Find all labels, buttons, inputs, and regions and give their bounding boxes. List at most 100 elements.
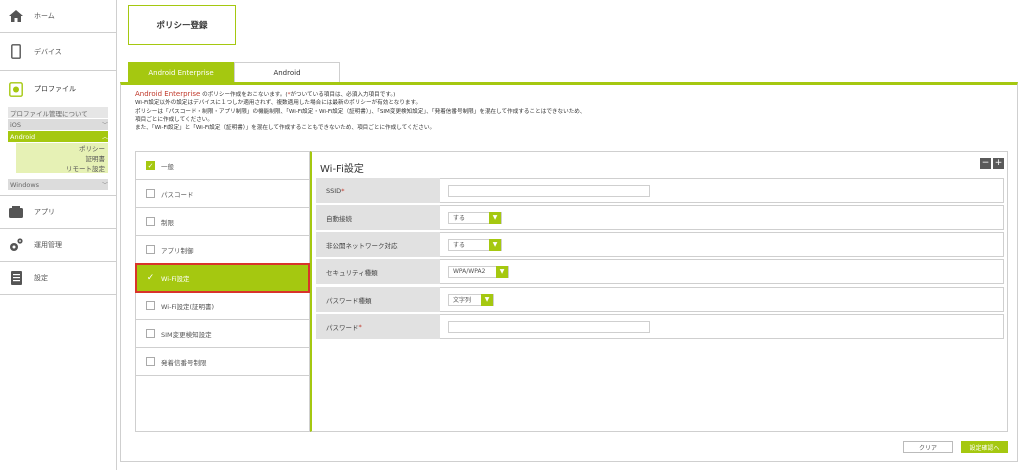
notice-line-3: ポリシーは「パスコード・制限・アプリ制限」の機能制限、「Wi-Fi設定・Wi-F… <box>135 108 586 115</box>
sidebar-item-label: プロファイル管理について <box>10 109 88 118</box>
check-icon[interactable]: ✓ <box>146 273 155 283</box>
required-mark: * <box>358 322 362 331</box>
sidebar-item-android[interactable]: Android ︿ <box>8 131 108 142</box>
field-label: SSID <box>326 186 342 195</box>
checkbox[interactable] <box>146 189 155 198</box>
checkbox[interactable] <box>146 329 155 338</box>
password-input[interactable] <box>448 320 650 333</box>
security-type-label: セキュリティ種類 <box>316 259 440 284</box>
checkbox[interactable] <box>146 245 155 254</box>
category-sim-change[interactable]: SIM変更検知設定 <box>136 320 309 348</box>
category-label: SIM変更検知設定 <box>161 330 212 339</box>
sidebar-item-remote-settings[interactable]: リモート設定 <box>16 163 108 173</box>
password-field <box>440 314 1004 339</box>
chevron-up-icon: ︿ <box>101 134 108 141</box>
settings-title: Wi-Fi設定 <box>320 164 364 175</box>
sidebar: ホーム デバイス プロファイル プロファイル管理について iOS ﹀ Androi… <box>0 0 117 470</box>
apps-icon <box>8 204 24 220</box>
sidebar-item-ios[interactable]: iOS ﹀ <box>8 119 108 130</box>
select-value: 文字列 <box>453 297 472 304</box>
sidebar-item-label: アプリ <box>34 208 55 216</box>
security-type-field: WPA/WPA2 ▼ <box>440 259 1004 284</box>
policy-notice: Android Enterprise のポリシー作成をおこないます。(*がついて… <box>135 90 1005 132</box>
checkbox[interactable] <box>146 301 155 310</box>
sidebar-item-label: Android <box>10 132 36 141</box>
clear-button[interactable]: クリア <box>903 441 953 453</box>
category-restrictions[interactable]: 制限 <box>136 208 309 236</box>
sidebar-item-label: iOS <box>10 120 22 129</box>
security-type-select[interactable]: WPA/WPA2 ▼ <box>448 265 509 278</box>
notice-line-4: 項目ごとに作成してください。 <box>135 116 213 123</box>
category-label: 発着信番号制限 <box>161 358 207 367</box>
minus-button[interactable]: − <box>980 158 991 169</box>
notice-line-2: Wi-Fi設定以外の設定はデバイスに１つしか適用されず、複数適用した場合には最新… <box>135 100 422 107</box>
category-general[interactable]: ✓ 一般 <box>136 152 309 180</box>
required-mark: * <box>341 186 345 195</box>
hidden-network-select[interactable]: する ▼ <box>448 238 502 251</box>
sidebar-item-profile[interactable]: プロファイル <box>0 71 116 107</box>
select-value: する <box>453 215 466 222</box>
auto-connect-field: する ▼ <box>440 205 1004 230</box>
auto-connect-select[interactable]: する ▼ <box>448 211 502 224</box>
checkbox[interactable] <box>146 357 155 366</box>
sidebar-item-operations[interactable]: 運用管理 <box>0 229 116 262</box>
sidebar-item-label: ホーム <box>34 12 55 20</box>
home-icon <box>8 8 24 24</box>
sidebar-item-policy[interactable]: ポリシー <box>16 143 108 153</box>
form-row-password-type: パスワード種類 文字列 ▼ <box>316 287 1004 312</box>
category-label: 一般 <box>161 162 174 171</box>
page-title: ポリシー登録 <box>128 5 236 45</box>
sidebar-item-label: デバイス <box>34 47 62 56</box>
tab-android-enterprise[interactable]: Android Enterprise <box>128 62 234 82</box>
dropdown-arrow-icon[interactable]: ▼ <box>481 293 493 306</box>
sidebar-item-profile-management[interactable]: プロファイル管理について <box>8 107 108 118</box>
ssid-label: SSID * <box>316 178 440 203</box>
select-value: WPA/WPA2 <box>453 268 486 275</box>
sidebar-item-home[interactable]: ホーム <box>0 0 116 33</box>
device-icon <box>8 44 24 60</box>
form-row-ssid: SSID * <box>316 178 1004 203</box>
sidebar-item-label: 設定 <box>34 274 48 282</box>
sidebar-item-certificate[interactable]: 証明書 <box>16 153 108 163</box>
category-label: パスコード <box>161 190 194 199</box>
hidden-network-field: する ▼ <box>440 232 1004 257</box>
sidebar-item-windows[interactable]: Windows ﹀ <box>8 179 108 190</box>
sidebar-item-device[interactable]: デバイス <box>0 33 116 71</box>
notice-brand: Android Enterprise <box>135 90 201 98</box>
dropdown-arrow-icon[interactable]: ▼ <box>496 265 508 278</box>
ssid-input[interactable] <box>448 184 650 197</box>
notice-text: のポリシー作成をおこないます。( <box>200 92 288 98</box>
category-list: ✓ 一般 パスコード 制限 アプリ制御 ✓ Wi-Fi設定 Wi-Fi設定(証明… <box>135 151 310 432</box>
confirm-settings-button[interactable]: 設定確認へ <box>961 441 1008 453</box>
page: ホーム デバイス プロファイル プロファイル管理について iOS ﹀ Androi… <box>0 0 1024 470</box>
plus-button[interactable]: + <box>993 158 1004 169</box>
field-label: パスワード <box>326 323 359 332</box>
settings-icon <box>8 270 24 286</box>
gear-icon <box>8 237 24 253</box>
category-passcode[interactable]: パスコード <box>136 180 309 208</box>
dropdown-arrow-icon[interactable]: ▼ <box>489 211 501 224</box>
category-wifi-certificate[interactable]: Wi-Fi設定(証明書) <box>136 292 309 320</box>
sidebar-item-label: プロファイル <box>34 85 76 93</box>
auto-connect-label: 自動接続 <box>316 205 440 230</box>
checkbox-checked[interactable]: ✓ <box>146 161 155 170</box>
sidebar-item-label: Windows <box>10 180 40 189</box>
sidebar-item-settings[interactable]: 設定 <box>0 262 116 295</box>
chevron-down-icon: ﹀ <box>101 182 108 189</box>
tab-android[interactable]: Android <box>234 62 340 82</box>
category-call-restriction[interactable]: 発着信番号制限 <box>136 348 309 376</box>
dropdown-arrow-icon[interactable]: ▼ <box>489 238 501 251</box>
form-row-hidden-network: 非公開ネットワーク対応 する ▼ <box>316 232 1004 257</box>
sidebar-item-apps[interactable]: アプリ <box>0 195 116 229</box>
profile-submenu: プロファイル管理について iOS ﹀ Android ︿ ポリシー 証明書 リモート… <box>0 107 116 195</box>
platform-tabs: Android Enterprise Android <box>128 62 340 82</box>
password-label: パスワード * <box>316 314 440 339</box>
category-app-control[interactable]: アプリ制御 <box>136 236 309 264</box>
checkbox[interactable] <box>146 217 155 226</box>
password-type-select[interactable]: 文字列 ▼ <box>448 293 494 306</box>
android-submenu: ポリシー 証明書 リモート設定 <box>8 143 108 173</box>
settings-controls: − + <box>980 158 1004 169</box>
category-wifi[interactable]: ✓ Wi-Fi設定 <box>135 263 310 293</box>
hidden-network-label: 非公開ネットワーク対応 <box>316 232 440 257</box>
form-row-security-type: セキュリティ種類 WPA/WPA2 ▼ <box>316 259 1004 284</box>
